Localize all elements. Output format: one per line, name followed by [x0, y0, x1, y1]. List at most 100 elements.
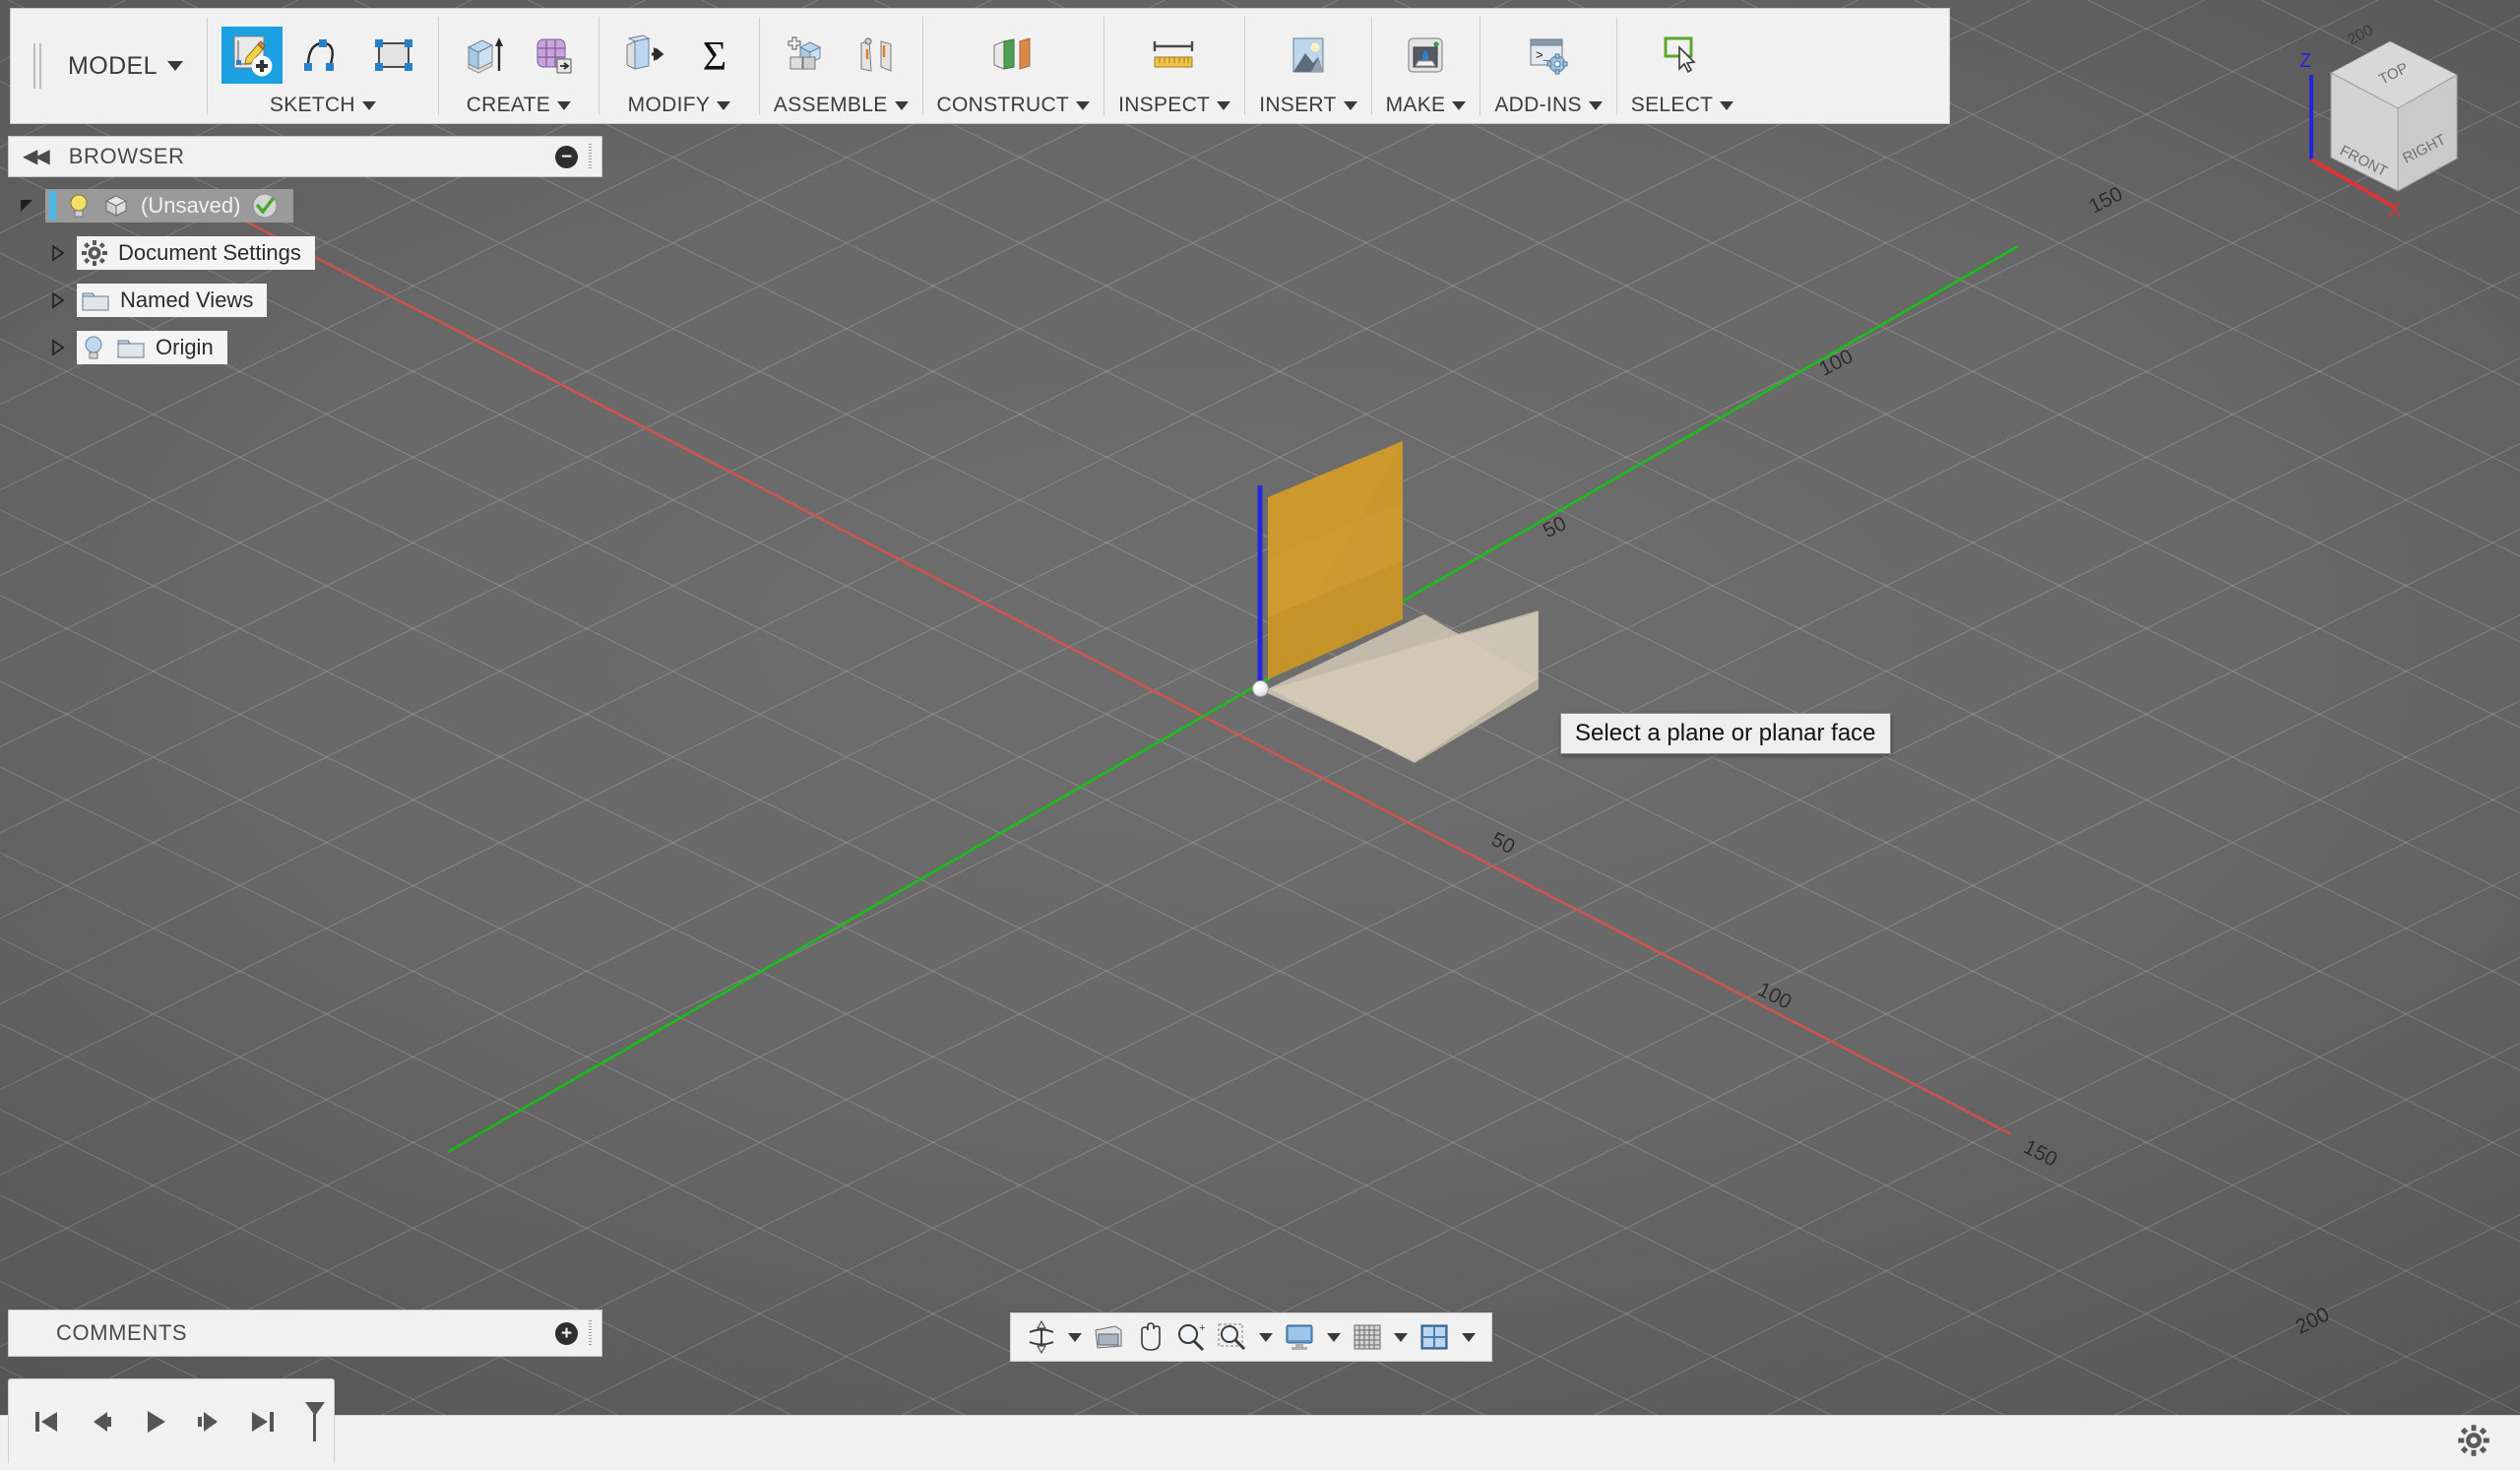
- tree-row-document-settings[interactable]: Document Settings: [8, 234, 602, 272]
- chevron-down-icon: [1589, 101, 1603, 110]
- chevron-down-icon[interactable]: [1322, 1316, 1345, 1358]
- timeline-settings-gear-icon[interactable]: [2457, 1424, 2490, 1462]
- ribbon-group-title-assemble[interactable]: ASSEMBLE: [774, 94, 909, 117]
- viewports-icon[interactable]: [1416, 1316, 1453, 1358]
- ribbon-group-title-select[interactable]: SELECT: [1631, 94, 1734, 117]
- offset-plane-icon[interactable]: [982, 27, 1043, 84]
- tree-item-document-root[interactable]: (Unsaved): [45, 189, 293, 223]
- change-parameters-icon[interactable]: Σ: [684, 27, 745, 84]
- display-settings-icon[interactable]: [1281, 1316, 1318, 1358]
- create-label: CREATE: [467, 94, 550, 117]
- tree-item-named-views[interactable]: Named Views: [77, 284, 267, 317]
- addins-label: ADD-INS: [1494, 94, 1581, 117]
- new-component-icon[interactable]: [775, 27, 836, 84]
- pan-icon[interactable]: [1131, 1316, 1168, 1358]
- chevron-down-icon: [1720, 101, 1733, 110]
- tree-row-document-root[interactable]: (Unsaved): [8, 187, 602, 224]
- chevron-down-icon: [1217, 101, 1230, 110]
- press-pull-icon[interactable]: [613, 27, 674, 84]
- gear-icon: [81, 239, 108, 267]
- lightbulb-icon: [81, 333, 106, 362]
- expand-toggle-right-icon[interactable]: [39, 243, 77, 263]
- create-sketch-icon[interactable]: [221, 27, 283, 84]
- timeline-marker[interactable]: [297, 1398, 334, 1445]
- go-to-beginning-button[interactable]: [27, 1398, 67, 1445]
- zoom-window-icon[interactable]: [1214, 1316, 1251, 1358]
- joint-icon[interactable]: [846, 27, 907, 84]
- ribbon-group-title-addins[interactable]: ADD-INS: [1494, 94, 1602, 117]
- chevron-down-icon: [895, 101, 909, 110]
- step-back-button[interactable]: [81, 1398, 121, 1445]
- chevron-down-icon[interactable]: [1064, 1316, 1087, 1358]
- tooltip-text: Select a plane or planar face: [1575, 720, 1876, 746]
- ribbon-group-select: SELECT: [1617, 9, 1748, 123]
- orbit-icon[interactable]: [1023, 1316, 1060, 1358]
- folder-icon: [116, 335, 146, 360]
- ribbon-group-title-sketch[interactable]: SKETCH: [270, 94, 376, 117]
- chevron-down-icon: [167, 61, 183, 71]
- browser-panel: ◀◀ BROWSER −: [8, 136, 602, 376]
- tree-item-origin[interactable]: Origin: [77, 331, 227, 364]
- expand-toggle-down-icon[interactable]: [8, 196, 45, 216]
- step-forward-button[interactable]: [189, 1398, 229, 1445]
- ribbon-group-title-construct[interactable]: CONSTRUCT: [937, 94, 1091, 117]
- viewcube-x-axis-label: X: [2388, 200, 2401, 221]
- sketch-label: SKETCH: [270, 94, 355, 117]
- expand-toggle-right-icon[interactable]: [39, 290, 77, 310]
- double-left-arrow-icon[interactable]: ◀◀: [23, 147, 47, 166]
- tree-label-document-settings: Document Settings: [118, 240, 301, 266]
- measure-icon[interactable]: [1144, 27, 1205, 84]
- selection-marker: [49, 191, 56, 221]
- tree-label-document-root: (Unsaved): [141, 193, 240, 219]
- spline-icon[interactable]: [292, 27, 353, 84]
- workspace-switcher[interactable]: MODEL: [64, 9, 207, 123]
- ribbon-group-modify: Σ MODIFY: [599, 9, 759, 123]
- origin-point[interactable]: [1252, 680, 1269, 697]
- check-circle-icon: [250, 191, 280, 221]
- 3d-print-icon[interactable]: [1395, 27, 1456, 84]
- ribbon-group-title-create[interactable]: CREATE: [467, 94, 571, 117]
- inspect-label: INSPECT: [1118, 94, 1210, 117]
- comments-resize-grip[interactable]: [589, 1320, 592, 1346]
- chevron-down-icon: [1452, 101, 1466, 110]
- ribbon-group-title-modify[interactable]: MODIFY: [628, 94, 730, 117]
- scripts-and-addins-icon[interactable]: >_: [1518, 27, 1579, 84]
- insert-image-icon[interactable]: [1278, 27, 1339, 84]
- assemble-label: ASSEMBLE: [774, 94, 888, 117]
- browser-minimize-button[interactable]: −: [555, 146, 578, 168]
- expand-toggle-right-icon[interactable]: [39, 338, 77, 357]
- rectangle-icon[interactable]: [363, 27, 424, 84]
- navigation-bar: +: [1010, 1312, 1492, 1362]
- chevron-down-icon[interactable]: [1457, 1316, 1480, 1358]
- ribbon-group-title-inspect[interactable]: INSPECT: [1118, 94, 1230, 117]
- chevron-down-icon: [717, 101, 730, 110]
- play-button[interactable]: [135, 1398, 175, 1445]
- component-icon: [101, 192, 131, 220]
- tree-item-document-settings[interactable]: Document Settings: [77, 236, 315, 270]
- tree-row-named-views[interactable]: Named Views: [8, 282, 602, 319]
- ribbon-group-title-make[interactable]: MAKE: [1386, 94, 1467, 117]
- view-cube[interactable]: TOP FRONT RIGHT Z X 200: [2272, 14, 2488, 221]
- create-form-icon[interactable]: [524, 27, 585, 84]
- modify-label: MODIFY: [628, 94, 710, 117]
- browser-header: ◀◀ BROWSER −: [8, 136, 602, 177]
- ribbon-group-title-insert[interactable]: INSERT: [1259, 94, 1356, 117]
- timeline-strip: [0, 1415, 2520, 1470]
- add-comment-button[interactable]: +: [555, 1322, 578, 1345]
- extrude-icon[interactable]: [453, 27, 514, 84]
- chevron-down-icon[interactable]: [1390, 1316, 1413, 1358]
- ribbon-group-construct: CONSTRUCT: [923, 9, 1104, 123]
- grid-settings-icon[interactable]: [1349, 1316, 1386, 1358]
- chevron-down-icon: [362, 101, 376, 110]
- browser-title: BROWSER: [69, 144, 555, 169]
- browser-resize-grip[interactable]: [589, 144, 592, 169]
- ribbon-grip[interactable]: [11, 9, 64, 123]
- look-at-icon[interactable]: [1091, 1316, 1128, 1358]
- chevron-down-icon[interactable]: [1255, 1316, 1278, 1358]
- zoom-icon[interactable]: +: [1172, 1316, 1210, 1358]
- ribbon-group-create: CREATE: [439, 9, 598, 123]
- lightbulb-icon: [66, 191, 92, 221]
- select-window-icon[interactable]: [1652, 27, 1713, 84]
- go-to-end-button[interactable]: [243, 1398, 284, 1445]
- tree-row-origin[interactable]: Origin: [8, 329, 602, 366]
